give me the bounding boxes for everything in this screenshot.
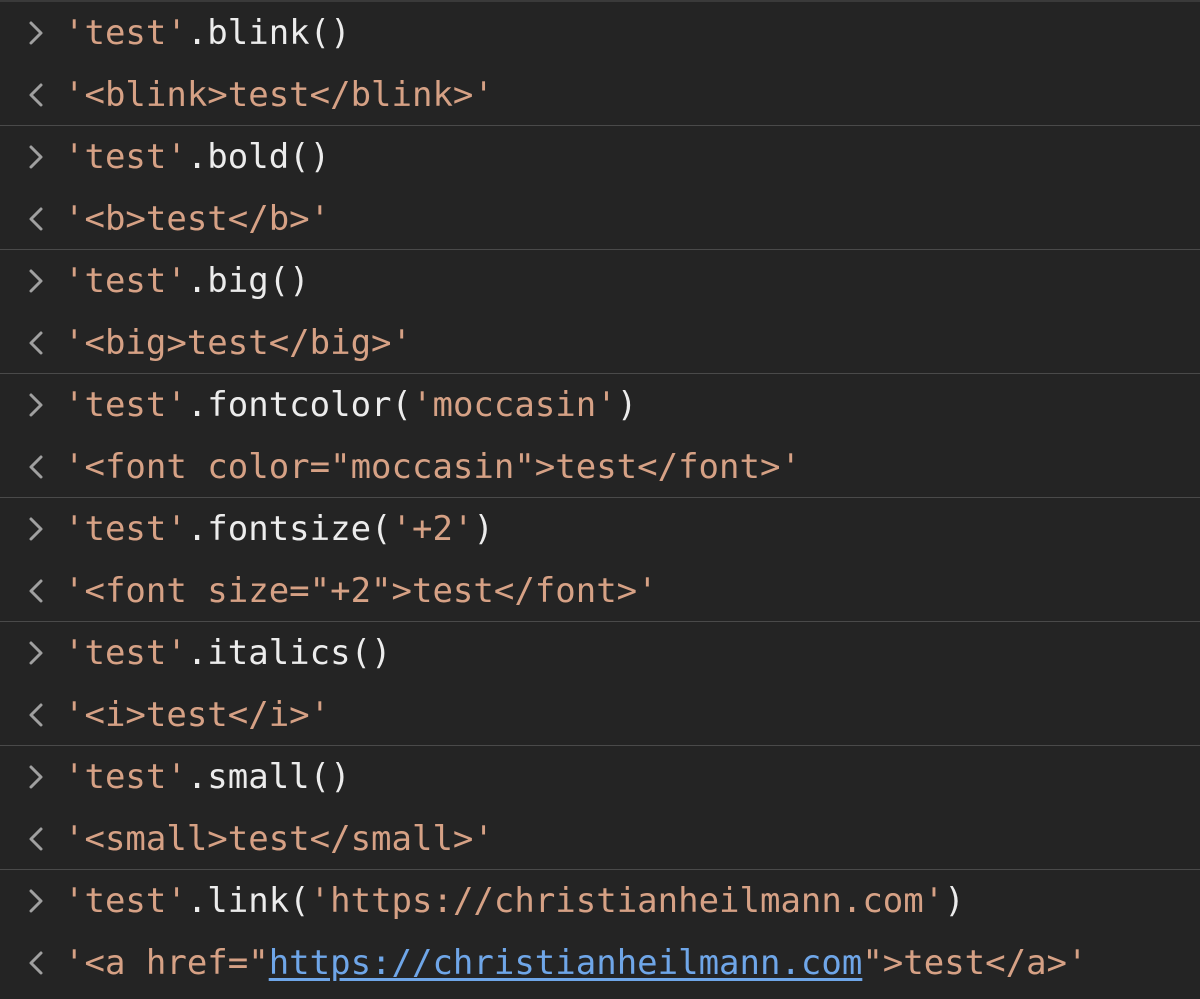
chevron-left-icon xyxy=(0,684,44,746)
console-input-line[interactable]: 'test'.italics() xyxy=(0,622,1200,684)
console-output-line: '<b>test</b>' xyxy=(0,188,1200,250)
chevron-left-icon xyxy=(0,312,44,374)
string-token: '<font size="+2">test</font>' xyxy=(64,571,658,611)
string-token: 'test' xyxy=(64,757,187,797)
code-token: .italics() xyxy=(186,633,392,673)
code-token: .link( xyxy=(186,881,310,921)
console-input-line[interactable]: 'test'.big() xyxy=(0,250,1200,312)
console-input-line[interactable]: 'test'.bold() xyxy=(0,126,1200,188)
string-token: '<a href=" xyxy=(64,943,269,983)
input-code: 'test'.italics() xyxy=(64,622,392,684)
string-token: '<big>test</big>' xyxy=(64,323,412,363)
string-token: '<blink>test</blink>' xyxy=(64,75,494,115)
string-token: 'test' xyxy=(64,13,187,53)
console-entry: 'test'.fontsize('+2') '<font size="+2">te… xyxy=(0,498,1200,622)
chevron-right-icon xyxy=(0,126,44,188)
output-value: '<font size="+2">test</font>' xyxy=(64,560,658,622)
chevron-right-icon xyxy=(0,498,44,560)
chevron-right-icon xyxy=(0,746,44,808)
string-token: ">test</a>' xyxy=(862,943,1088,983)
console-input-line[interactable]: 'test'.fontcolor('moccasin') xyxy=(0,374,1200,436)
input-code: 'test'.blink() xyxy=(64,2,351,64)
string-token: 'test' xyxy=(64,261,187,301)
console-input-line[interactable]: 'test'.blink() xyxy=(0,2,1200,64)
code-token: ) xyxy=(616,385,638,425)
console-output-line: '<small>test</small>' xyxy=(0,808,1200,870)
console-output-line: '<i>test</i>' xyxy=(0,684,1200,746)
string-token: '<small>test</small>' xyxy=(64,819,494,859)
code-token: .small() xyxy=(186,757,351,797)
chevron-right-icon xyxy=(0,2,44,64)
chevron-left-icon xyxy=(0,436,44,498)
output-value: '<font color="moccasin">test</font>' xyxy=(64,436,801,498)
console-entry: 'test'.bold() '<b>test</b>' xyxy=(0,126,1200,250)
code-token: .fontcolor( xyxy=(186,385,412,425)
string-token: '+2' xyxy=(391,509,474,549)
code-token: .blink() xyxy=(186,13,351,53)
input-code: 'test'.fontcolor('moccasin') xyxy=(64,374,637,436)
console-output-line: '<blink>test</blink>' xyxy=(0,64,1200,126)
chevron-left-icon xyxy=(0,560,44,622)
output-value: '<small>test</small>' xyxy=(64,808,494,870)
console-entry: 'test'.link('https://christianheilmann.c… xyxy=(0,870,1200,994)
chevron-right-icon xyxy=(0,374,44,436)
input-code: 'test'.link('https://christianheilmann.c… xyxy=(64,870,965,932)
console-output-line: '<a href="https://christianheilmann.com"… xyxy=(0,932,1200,994)
output-value: '<b>test</b>' xyxy=(64,188,330,250)
input-code: 'test'.small() xyxy=(64,746,351,808)
code-token: ) xyxy=(944,881,965,921)
string-token: 'test' xyxy=(64,633,187,673)
input-code: 'test'.bold() xyxy=(64,126,330,188)
input-code: 'test'.big() xyxy=(64,250,310,312)
console-entry: 'test'.italics() '<i>test</i>' xyxy=(0,622,1200,746)
output-value: '<i>test</i>' xyxy=(64,684,330,746)
console-output-line: '<font size="+2">test</font>' xyxy=(0,560,1200,622)
string-token: 'test' xyxy=(64,881,187,921)
console-entry: 'test'.big() '<big>test</big>' xyxy=(0,250,1200,374)
string-token: 'test' xyxy=(64,509,187,549)
output-value: '<a href="https://christianheilmann.com"… xyxy=(64,932,1088,994)
code-token: .fontsize( xyxy=(186,509,392,549)
input-code: 'test'.fontsize('+2') xyxy=(64,498,494,560)
string-token: 'moccasin' xyxy=(412,385,617,425)
console-output-line: '<font color="moccasin">test</font>' xyxy=(0,436,1200,498)
chevron-right-icon xyxy=(0,870,44,932)
chevron-left-icon xyxy=(0,808,44,870)
string-token: 'test' xyxy=(64,385,187,425)
output-value: '<big>test</big>' xyxy=(64,312,412,374)
console-entry: 'test'.blink() '<blink>test</blink>' xyxy=(0,2,1200,126)
console-entry: 'test'.small() '<small>test</small>' xyxy=(0,746,1200,870)
string-token: 'https://christianheilmann.com' xyxy=(309,881,945,921)
chevron-left-icon xyxy=(0,64,44,126)
console-output-line: '<big>test</big>' xyxy=(0,312,1200,374)
code-token: .bold() xyxy=(186,137,331,177)
chevron-right-icon xyxy=(0,622,44,684)
console-input-line[interactable]: 'test'.fontsize('+2') xyxy=(0,498,1200,560)
string-token: '<font color="moccasin">test</font>' xyxy=(64,447,801,487)
code-token: ) xyxy=(473,509,494,549)
console-input-line[interactable]: 'test'.link('https://christianheilmann.c… xyxy=(0,870,1200,932)
output-value: '<blink>test</blink>' xyxy=(64,64,494,126)
console-input-line[interactable]: 'test'.small() xyxy=(0,746,1200,808)
string-token: 'test' xyxy=(64,137,187,177)
link-url[interactable]: https://christianheilmann.com xyxy=(269,943,863,983)
console-panel: 'test'.blink() '<blink>test</blink>''test… xyxy=(0,0,1200,999)
string-token: '<b>test</b>' xyxy=(64,199,331,239)
chevron-left-icon xyxy=(0,188,44,250)
chevron-right-icon xyxy=(0,250,44,312)
string-token: '<i>test</i>' xyxy=(64,695,331,735)
console-entry: 'test'.fontcolor('moccasin') '<font color… xyxy=(0,374,1200,498)
chevron-left-icon xyxy=(0,932,44,994)
code-token: .big() xyxy=(186,261,310,301)
